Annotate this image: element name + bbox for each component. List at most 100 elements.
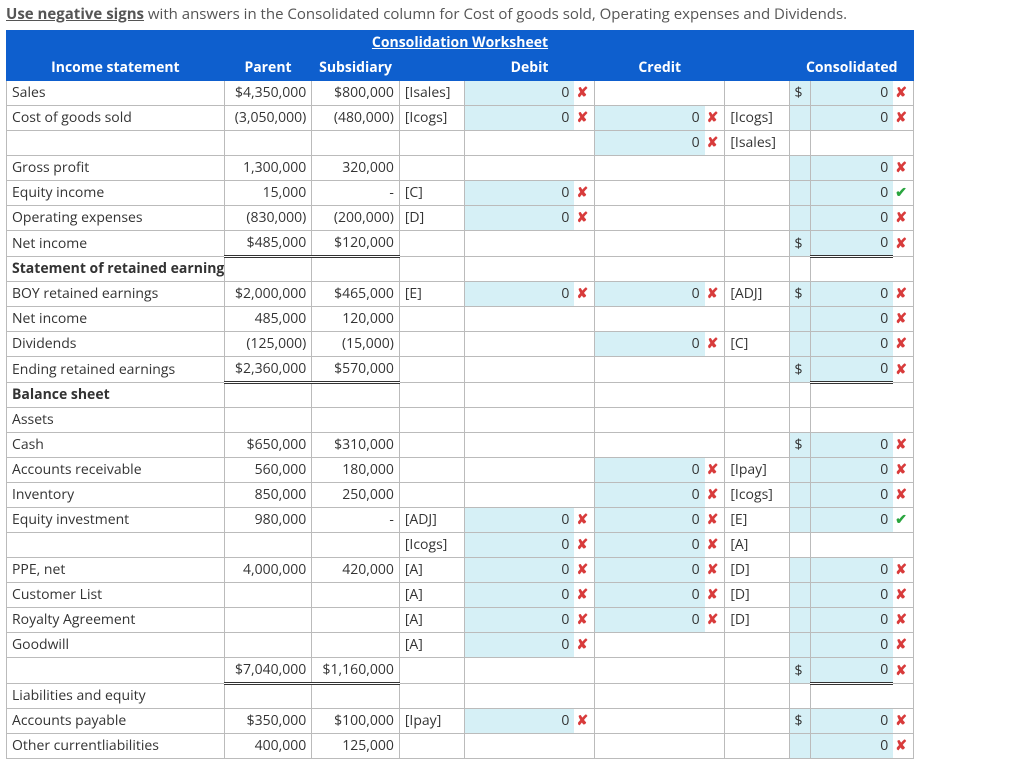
cell-debit-code: [ADJ] <box>399 508 464 533</box>
cell-debit-value[interactable]: 0 <box>464 106 574 131</box>
x-icon: ✘ <box>895 208 907 227</box>
cell-credit-value[interactable]: 0 <box>595 533 705 558</box>
cell-cons-value <box>810 533 893 558</box>
cell-debit-value[interactable]: 0 <box>464 709 574 734</box>
cell-debit-value[interactable]: 0 <box>464 583 574 608</box>
cell-credit-value[interactable]: 0 <box>595 106 705 131</box>
cell-credit-value <box>595 658 705 684</box>
cell-credit-value[interactable]: 0 <box>595 131 705 156</box>
cell-parent <box>224 583 312 608</box>
cell-cons-mark <box>893 684 913 709</box>
table-row: Cash$650,000$310,000$0✘ <box>7 433 914 458</box>
cell-subsidiary <box>312 583 400 608</box>
cell-debit-code: [D] <box>399 206 464 231</box>
table-row: Balance sheet <box>7 383 914 408</box>
hdr-debit: Debit <box>464 56 594 81</box>
row-label <box>7 533 225 558</box>
cell-debit-code <box>399 734 464 759</box>
cell-credit-value[interactable]: 0 <box>595 608 705 633</box>
cell-debit-code: [Icogs] <box>399 106 464 131</box>
cell-cons-value[interactable]: 0 <box>810 633 893 658</box>
cell-parent: 980,000 <box>224 508 312 533</box>
cell-cons-value[interactable]: 0 <box>810 307 893 332</box>
cell-debit-value <box>464 684 574 709</box>
cell-debit-value[interactable]: 0 <box>464 181 574 206</box>
cell-cons-dollar <box>790 257 810 282</box>
cell-debit-value[interactable]: 0 <box>464 81 574 106</box>
cell-subsidiary <box>312 633 400 658</box>
cell-subsidiary <box>312 608 400 633</box>
cell-credit-mark <box>705 181 725 206</box>
cell-cons-mark: ✔ <box>893 508 913 533</box>
cell-credit-value[interactable]: 0 <box>595 332 705 357</box>
cell-credit-value[interactable]: 0 <box>595 583 705 608</box>
cell-debit-code: [E] <box>399 282 464 307</box>
cell-cons-value[interactable]: 0 <box>810 181 893 206</box>
cell-debit-value[interactable]: 0 <box>464 608 574 633</box>
cell-cons-value[interactable]: 0 <box>810 658 893 684</box>
cell-credit-code <box>725 181 790 206</box>
cell-debit-mark: ✘ <box>574 583 594 608</box>
x-icon: ✘ <box>707 510 719 529</box>
x-icon: ✘ <box>707 610 719 629</box>
cell-credit-value[interactable]: 0 <box>595 508 705 533</box>
cell-cons-value[interactable]: 0 <box>810 458 893 483</box>
table-row: Accounts receivable560,000180,0000✘[Ipay… <box>7 458 914 483</box>
cell-cons-value[interactable]: 0 <box>810 81 893 106</box>
cell-credit-mark <box>705 257 725 282</box>
cell-cons-value[interactable]: 0 <box>810 558 893 583</box>
cell-cons-value[interactable]: 0 <box>810 332 893 357</box>
cell-debit-value[interactable]: 0 <box>464 508 574 533</box>
cell-debit-code: [Icogs] <box>399 533 464 558</box>
cell-parent: $350,000 <box>224 709 312 734</box>
cell-cons-value[interactable]: 0 <box>810 483 893 508</box>
cell-debit-value[interactable]: 0 <box>464 533 574 558</box>
cell-credit-mark: ✘ <box>705 131 725 156</box>
cell-cons-value[interactable]: 0 <box>810 206 893 231</box>
cell-debit-mark: ✘ <box>574 181 594 206</box>
cell-debit-value[interactable]: 0 <box>464 206 574 231</box>
row-label: Dividends <box>7 332 225 357</box>
cell-cons-value[interactable]: 0 <box>810 433 893 458</box>
cell-credit-code <box>725 81 790 106</box>
hdr-blank1 <box>399 56 464 81</box>
cell-subsidiary: (15,000) <box>312 332 400 357</box>
cell-cons-value[interactable]: 0 <box>810 231 893 257</box>
cell-cons-value[interactable]: 0 <box>810 608 893 633</box>
cell-cons-mark <box>893 533 913 558</box>
table-row: 0✘[Isales] <box>7 131 914 156</box>
x-icon: ✘ <box>895 610 907 629</box>
cell-cons-value[interactable]: 0 <box>810 508 893 533</box>
cell-cons-value[interactable]: 0 <box>810 106 893 131</box>
table-row: Accounts payable$350,000$100,000[Ipay]0✘… <box>7 709 914 734</box>
cell-debit-value[interactable]: 0 <box>464 633 574 658</box>
cell-cons-value[interactable]: 0 <box>810 156 893 181</box>
cell-credit-value[interactable]: 0 <box>595 558 705 583</box>
table-title: Consolidation Worksheet <box>372 33 548 52</box>
instruction: Use negative signs with answers in the C… <box>6 4 1018 24</box>
cell-debit-code <box>399 684 464 709</box>
cell-cons-value[interactable]: 0 <box>810 357 893 383</box>
cell-parent <box>224 633 312 658</box>
cell-subsidiary: $1,160,000 <box>312 658 400 684</box>
cell-cons-mark: ✘ <box>893 357 913 383</box>
cell-credit-mark <box>705 307 725 332</box>
cell-debit-value[interactable]: 0 <box>464 282 574 307</box>
cell-cons-value[interactable]: 0 <box>810 282 893 307</box>
cell-parent <box>224 408 312 433</box>
cell-parent <box>224 684 312 709</box>
cell-credit-value[interactable]: 0 <box>595 458 705 483</box>
cell-cons-value[interactable]: 0 <box>810 583 893 608</box>
cell-credit-code <box>725 734 790 759</box>
cell-debit-value[interactable]: 0 <box>464 558 574 583</box>
cell-cons-value[interactable]: 0 <box>810 734 893 759</box>
cell-debit-code: [A] <box>399 558 464 583</box>
x-icon: ✘ <box>895 360 907 379</box>
row-label: BOY retained earnings <box>7 282 225 307</box>
cell-credit-value[interactable]: 0 <box>595 483 705 508</box>
cell-cons-value[interactable]: 0 <box>810 709 893 734</box>
cell-credit-value[interactable]: 0 <box>595 282 705 307</box>
cell-cons-mark: ✘ <box>893 734 913 759</box>
cell-parent <box>224 608 312 633</box>
cell-cons-mark <box>893 408 913 433</box>
